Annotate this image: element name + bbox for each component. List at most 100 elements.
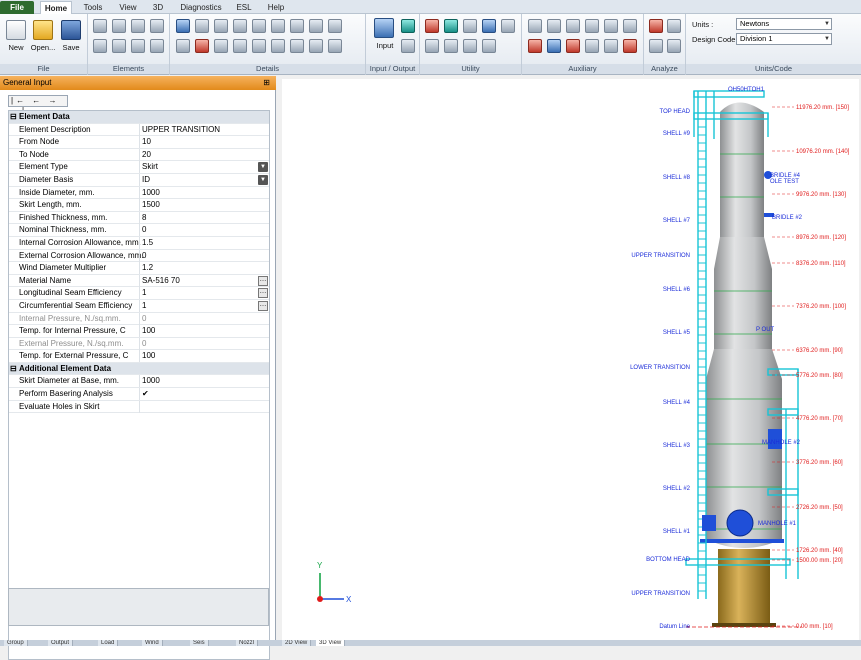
- property-row[interactable]: Temp. for External Pressure, C 100: [9, 350, 269, 363]
- tab-wind[interactable]: Wind: [142, 640, 163, 646]
- saddle-icon[interactable]: [290, 19, 304, 33]
- basering-checkbox[interactable]: ✔: [141, 388, 149, 400]
- leg-icon[interactable]: [252, 39, 266, 53]
- property-value[interactable]: 1: [141, 300, 146, 312]
- property-row[interactable]: Internal Corrosion Allowance, mm. 1.5: [9, 236, 269, 250]
- tools-icon[interactable]: [501, 19, 515, 33]
- material-db-icon[interactable]: [444, 19, 458, 33]
- menu-tab-file[interactable]: File: [0, 1, 34, 14]
- tab-nozzl[interactable]: Nozzl: [236, 640, 259, 646]
- nozzle-icon[interactable]: [195, 19, 209, 33]
- basering-icon[interactable]: [271, 39, 285, 53]
- property-value[interactable]: 10: [141, 136, 151, 148]
- force-moment-icon[interactable]: [233, 19, 247, 33]
- property-row[interactable]: Longitudinal Seam Efficiency 1…: [9, 287, 269, 300]
- review-icon[interactable]: [667, 19, 681, 33]
- save-disk-icon[interactable]: [61, 20, 81, 40]
- tab-2d-view[interactable]: 2D View: [282, 640, 312, 646]
- element-navigation-bar[interactable]: |← ← → →|: [8, 95, 68, 115]
- jacket-icon[interactable]: [328, 39, 342, 53]
- property-row[interactable]: From Node 10: [9, 136, 269, 149]
- browse-ellipsis-icon[interactable]: …: [258, 288, 268, 299]
- material-name-field[interactable]: SA-516 70: [141, 275, 180, 287]
- pdf-icon[interactable]: [623, 39, 637, 53]
- property-row[interactable]: Evaluate Holes in Skirt: [9, 400, 269, 414]
- property-row[interactable]: Material Name SA-516 70…: [9, 274, 269, 288]
- open-button[interactable]: Open...: [28, 43, 58, 52]
- image-icon[interactable]: [623, 19, 637, 33]
- error-check-icon[interactable]: [425, 19, 439, 33]
- property-value[interactable]: 0: [141, 224, 146, 236]
- section-additional-element-data[interactable]: ⊟ Additional Element Data: [9, 362, 269, 376]
- body-flange-icon[interactable]: [150, 39, 164, 53]
- elliptical-head-icon[interactable]: [112, 19, 126, 33]
- dropdown-arrow-icon[interactable]: ▼: [258, 162, 268, 173]
- halfpipe-icon[interactable]: [233, 39, 247, 53]
- input-icon[interactable]: [374, 18, 394, 38]
- tubesheet-icon[interactable]: [463, 39, 477, 53]
- compare-icon[interactable]: [667, 39, 681, 53]
- menu-tab-help[interactable]: Help: [262, 1, 290, 14]
- results-icon[interactable]: [649, 39, 663, 53]
- dropdown-arrow-icon[interactable]: ▼: [258, 174, 268, 185]
- vessel-icon[interactable]: [528, 19, 542, 33]
- tab-output[interactable]: Output: [48, 640, 74, 646]
- zoom-icon[interactable]: [482, 19, 496, 33]
- torispherical-head-icon[interactable]: [112, 39, 126, 53]
- analyze-icon[interactable]: [649, 19, 663, 33]
- property-row[interactable]: Wind Diameter Multiplier 1.2: [9, 262, 269, 275]
- tab-seis[interactable]: Seis: [190, 640, 209, 646]
- property-value[interactable]: 0: [141, 250, 146, 262]
- property-value[interactable]: 1000: [141, 187, 160, 199]
- property-value[interactable]: 1.2: [141, 262, 153, 274]
- input-button[interactable]: Input: [368, 41, 402, 50]
- 3d-view-canvas[interactable]: TOP HEAD SHELL #9 SHELL #8 SHELL #7 UPPER TR…: [282, 79, 859, 640]
- save-button[interactable]: Save: [58, 43, 84, 52]
- diameter-basis-select[interactable]: ID: [141, 174, 150, 186]
- skirt-element-icon[interactable]: [93, 39, 107, 53]
- output-icon[interactable]: [401, 19, 415, 33]
- menu-tab-3d[interactable]: 3D: [146, 1, 170, 14]
- units-select[interactable]: Newtons ▼: [736, 18, 832, 30]
- property-value[interactable]: 8: [141, 212, 146, 224]
- property-row[interactable]: Perform Basering Analysis ✔: [9, 388, 269, 401]
- report-icon[interactable]: [401, 39, 415, 53]
- units-icon[interactable]: [444, 39, 458, 53]
- welded-flat-icon[interactable]: [150, 19, 164, 33]
- tank-icon[interactable]: [463, 19, 477, 33]
- collapse-icon[interactable]: ⊟: [10, 363, 17, 375]
- menu-tab-home[interactable]: Home: [40, 1, 72, 14]
- cone-element-icon[interactable]: [131, 19, 145, 33]
- browse-ellipsis-icon[interactable]: …: [258, 275, 268, 286]
- stiffening-ring-icon[interactable]: [176, 19, 190, 33]
- property-value[interactable]: 100: [141, 350, 155, 362]
- tab-3d-view[interactable]: 3D View: [316, 640, 346, 646]
- property-row[interactable]: Temp. for Internal Pressure, C 100: [9, 325, 269, 338]
- property-row[interactable]: External Corrosion Allowance, mm. 0: [9, 249, 269, 263]
- spreadsheet-icon[interactable]: [528, 39, 542, 53]
- packing-icon[interactable]: [271, 19, 285, 33]
- browse-ellipsis-icon[interactable]: …: [258, 300, 268, 311]
- report-viewer-icon[interactable]: [547, 39, 561, 53]
- tab-load[interactable]: Load: [98, 640, 119, 646]
- table-icon[interactable]: [604, 39, 618, 53]
- property-row[interactable]: Skirt Diameter at Base, mm. 1000: [9, 375, 269, 389]
- menu-tab-diagnostics[interactable]: Diagnostics: [176, 1, 226, 14]
- property-value[interactable]: UPPER TRANSITION: [141, 124, 220, 136]
- property-row[interactable]: Element Description UPPER TRANSITION: [9, 123, 269, 137]
- menu-tab-esl[interactable]: ESL: [232, 1, 256, 14]
- menu-tab-tools[interactable]: Tools: [78, 1, 108, 14]
- menu-tab-view[interactable]: View: [113, 1, 143, 14]
- pin-icon[interactable]: ⊞: [263, 76, 270, 90]
- property-row[interactable]: Element Type Skirt ▼: [9, 161, 269, 174]
- property-value[interactable]: 100: [141, 325, 155, 337]
- property-row[interactable]: Circumferential Seam Efficiency 1…: [9, 299, 269, 313]
- access-db-icon[interactable]: [566, 39, 580, 53]
- list-icon[interactable]: [585, 39, 599, 53]
- cylinder-element-icon[interactable]: [93, 19, 107, 33]
- design-code-select[interactable]: Division 1 ▼: [736, 33, 832, 45]
- section-element-data[interactable]: ⊟ Element Data: [9, 111, 269, 124]
- property-value[interactable]: 1: [141, 287, 146, 299]
- insulation-icon[interactable]: [176, 39, 190, 53]
- lug-icon[interactable]: [328, 19, 342, 33]
